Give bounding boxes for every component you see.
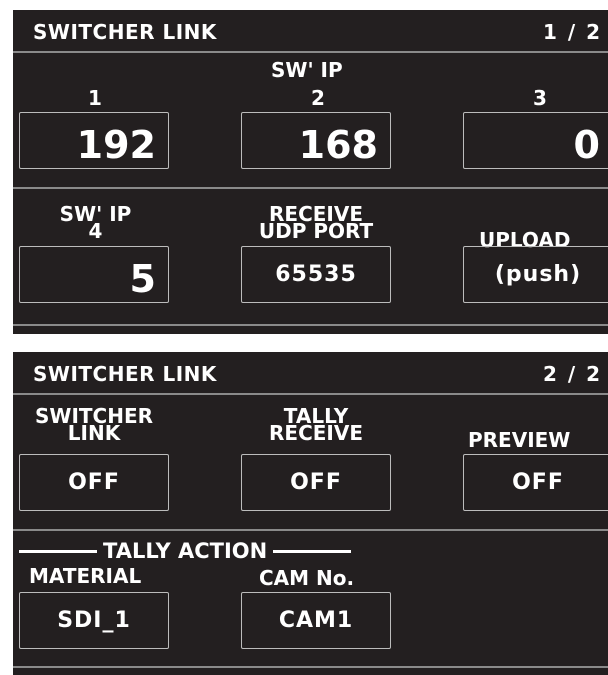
divider — [13, 529, 608, 531]
cam-no-field[interactable]: CAM1 — [241, 592, 391, 649]
ip-octet-1-value: 192 — [76, 123, 156, 167]
ip-octet-3-field[interactable]: 0 — [463, 112, 608, 169]
ip-octet-2-value: 168 — [298, 123, 378, 167]
sw-ip-4-label: SW' IP 4 — [59, 202, 132, 243]
tally-receive-value: OFF — [290, 470, 342, 495]
material-field[interactable]: SDI_1 — [19, 592, 169, 649]
octet-2-label: 2 — [311, 86, 325, 110]
upload-value: (push) — [494, 262, 582, 287]
ip-octet-3-value: 0 — [573, 123, 600, 167]
material-label: MATERIAL — [29, 564, 142, 588]
switcher-link-toggle[interactable]: OFF — [19, 454, 169, 511]
divider — [13, 393, 608, 395]
ip-octet-1-field[interactable]: 192 — [19, 112, 169, 169]
material-value: SDI_1 — [57, 608, 131, 633]
switcher-link-panel-page-1: SWITCHER LINK 1 / 2 SW' IP 1 2 3 192 168… — [13, 10, 608, 334]
divider — [13, 324, 608, 326]
section-rule-right — [273, 549, 352, 553]
panel-title: SWITCHER LINK — [33, 20, 217, 44]
tally-action-title: TALLY ACTION — [103, 539, 268, 563]
ip-octet-2-field[interactable]: 168 — [241, 112, 391, 169]
octet-3-label: 3 — [533, 86, 547, 110]
ip-octet-4-value: 5 — [129, 257, 156, 301]
page-indicator: 1 / 2 — [542, 20, 602, 44]
tally-receive-toggle[interactable]: OFF — [241, 454, 391, 511]
panel-title: SWITCHER LINK — [33, 362, 217, 386]
octet-1-label: 1 — [88, 86, 102, 110]
divider — [13, 187, 608, 189]
receive-udp-port-label: RECEIVE UDP PORT — [258, 202, 374, 243]
preview-toggle[interactable]: OFF — [463, 454, 608, 511]
page-indicator: 2 / 2 — [542, 362, 602, 386]
sw-ip-label: SW' IP — [271, 58, 343, 82]
switcher-link-panel-page-2: SWITCHER LINK 2 / 2 SWITCHER LINK TALLY … — [13, 352, 608, 675]
udp-port-field[interactable]: 65535 — [241, 246, 391, 303]
ip-octet-4-field[interactable]: 5 — [19, 246, 169, 303]
upload-button[interactable]: (push) — [463, 246, 608, 303]
divider — [13, 51, 608, 53]
tally-action-section-header: TALLY ACTION — [19, 539, 352, 563]
preview-label: PREVIEW — [468, 428, 571, 452]
switcher-link-label: SWITCHER LINK — [34, 404, 154, 445]
cam-no-label: CAM No. — [259, 566, 355, 590]
tally-receive-label: TALLY RECEIVE — [269, 404, 363, 445]
section-rule-left — [19, 549, 97, 553]
switcher-link-value: OFF — [68, 470, 120, 495]
divider — [13, 666, 608, 668]
udp-port-value: 65535 — [275, 262, 357, 287]
preview-value: OFF — [512, 470, 564, 495]
cam-no-value: CAM1 — [278, 608, 354, 633]
